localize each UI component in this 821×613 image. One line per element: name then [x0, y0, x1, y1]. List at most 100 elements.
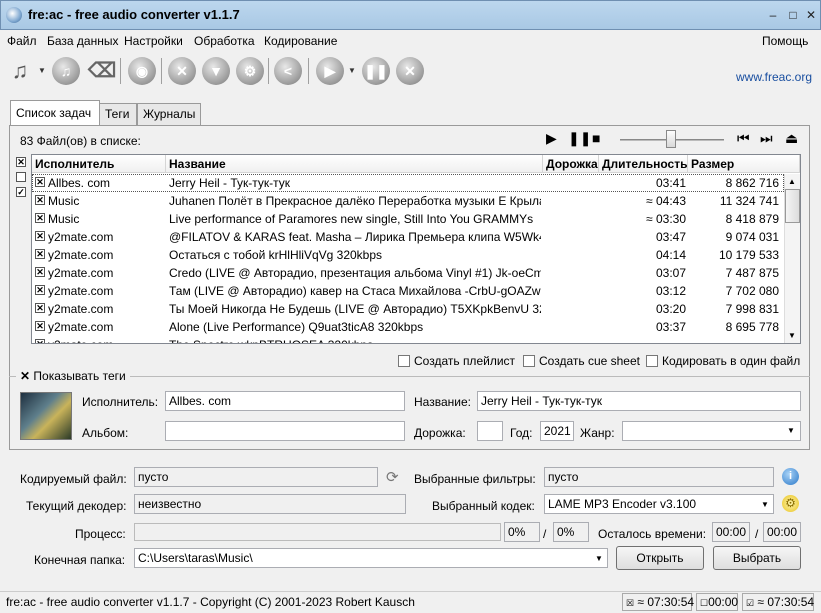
config-icon[interactable]: ⚙ [236, 57, 264, 85]
row-checkbox[interactable]: ✕ [35, 195, 45, 205]
cdrip-icon[interactable]: ◉ [128, 57, 156, 85]
eject-icon[interactable]: ⏏ [785, 130, 798, 147]
single-file-checkbox[interactable] [646, 355, 658, 367]
table-row[interactable]: ✕ y2mate.com Alone (Live Performance) Q9ua… [32, 318, 784, 336]
encoder-config-icon[interactable]: ⚙ [782, 495, 799, 512]
create-cuesheet-checkbox[interactable] [523, 355, 535, 367]
scrollbar-thumb[interactable] [785, 189, 800, 223]
table-row[interactable]: ✕ y2mate.com Остаться с тобой krHlHliVqVg … [32, 246, 784, 264]
cleanup-icon[interactable]: ⌫ [88, 57, 116, 85]
select-all-checkbox[interactable]: ✕ [16, 157, 26, 167]
pause-icon[interactable]: ❚❚ [568, 130, 591, 147]
column-artist[interactable]: Исполнитель [32, 155, 166, 173]
column-title[interactable]: Название [166, 155, 543, 173]
chevron-down-icon[interactable]: ▼ [761, 500, 769, 509]
row-checkbox[interactable]: ✕ [35, 321, 45, 331]
tab-tags[interactable]: Теги [99, 103, 137, 125]
row-title: The Spectre wkpBTRUOSEA 320kbps [169, 338, 541, 343]
row-checkbox[interactable]: ✕ [35, 303, 45, 313]
row-checkbox[interactable]: ✕ [35, 339, 45, 343]
tab-joblist[interactable]: Список задач [10, 100, 100, 126]
play-icon[interactable]: ▶ [546, 130, 557, 147]
row-checkbox[interactable]: ✕ [35, 231, 45, 241]
row-checkbox[interactable]: ✕ [35, 213, 45, 223]
app-icon [6, 7, 22, 23]
share-icon[interactable]: < [274, 57, 302, 85]
row-checkbox[interactable]: ✕ [35, 285, 45, 295]
row-checkbox[interactable]: ✕ [35, 249, 45, 259]
freac-website-link[interactable]: www.freac.org [736, 70, 812, 84]
chevron-down-icon[interactable]: ▼ [38, 66, 46, 75]
output-folder-select[interactable]: C:\Users\taras\Music\ [134, 548, 608, 568]
table-row[interactable]: ✕ y2mate.com Там (LIVE @ Авторадио) кавер … [32, 282, 784, 300]
menu-help[interactable]: Помощь [762, 34, 808, 48]
seek-slider[interactable] [666, 130, 676, 148]
stop-icon[interactable]: ✕ [396, 57, 424, 85]
skip-icon[interactable]: ⟳ [386, 468, 399, 486]
remaining-time-1: 00:00 [712, 522, 750, 542]
toolbar-separator [120, 58, 121, 84]
create-playlist-checkbox[interactable] [398, 355, 410, 367]
progress-separator: / [543, 527, 547, 541]
row-length: 03:41 [655, 176, 686, 190]
close-button[interactable]: ✕ [804, 8, 818, 22]
row-checkbox[interactable]: ✕ [35, 267, 45, 277]
column-size[interactable]: Размер [688, 155, 800, 173]
toggle-selection-checkbox[interactable]: ✓ [16, 187, 26, 197]
settings-tools-icon[interactable]: ✕ [168, 57, 196, 85]
previous-track-icon[interactable]: ⏮ [737, 130, 750, 147]
stop-icon[interactable]: ■ [592, 130, 600, 146]
row-length: 04:14 [655, 248, 686, 262]
table-row[interactable]: ✕ Music Live performance of Paramores new … [32, 210, 784, 228]
open-folder-button[interactable]: Открыть [616, 546, 704, 570]
add-files-icon[interactable]: ♫ [6, 57, 34, 85]
row-title: Остаться с тобой krHlHliVqVg 320kbps [169, 248, 383, 262]
table-row[interactable]: ✕ Music Juhanen Полёт в Прекрасное далёко … [32, 192, 784, 210]
table-row[interactable]: ✕ y2mate.com Credo (LIVE @ Авторадио, през… [32, 264, 784, 282]
encoder-select[interactable]: LAME MP3 Encoder v3.100 [544, 494, 774, 514]
filter-icon[interactable]: ▼ [202, 57, 230, 85]
pause-icon[interactable]: ❚❚ [362, 57, 390, 85]
progress-label: Процесс: [75, 527, 126, 541]
table-row[interactable]: ✕ y2mate.com Ты Моей Никогда Не Будешь (LI… [32, 300, 784, 318]
scroll-up-icon[interactable]: ▲ [788, 177, 796, 186]
maximize-button[interactable]: □ [786, 8, 800, 22]
track-field[interactable] [477, 421, 503, 441]
column-length[interactable]: Длительность [599, 155, 688, 173]
show-tags-toggle[interactable]: ✕ Показывать теги [16, 369, 130, 383]
table-row[interactable]: ✕ Allbes. com Jerry Heil - Тук-тук-тук 03:4… [32, 174, 784, 192]
menu-encoding[interactable]: Кодирование [264, 34, 337, 48]
selected-time-box: ☑ ≈ 07:30:54 [742, 593, 814, 611]
play-icon[interactable]: ▶ [316, 57, 344, 85]
year-field[interactable]: 2021 [540, 421, 574, 441]
genre-select[interactable] [622, 421, 801, 441]
menu-database[interactable]: База данных [47, 34, 118, 48]
menu-file[interactable]: Файл [7, 34, 37, 48]
select-none-checkbox[interactable] [16, 172, 26, 182]
cddb-icon[interactable]: ♫ [52, 57, 80, 85]
choose-folder-button[interactable]: Выбрать [713, 546, 801, 570]
column-track[interactable]: Дорожка [543, 155, 599, 173]
artist-field[interactable]: Allbes. com [165, 391, 405, 411]
row-length: ≈ 04:43 [646, 194, 686, 208]
row-size: 11 324 741 [719, 194, 779, 208]
row-checkbox[interactable]: ✕ [35, 177, 45, 187]
minimize-button[interactable]: – [766, 8, 780, 22]
table-row[interactable]: ✕y2mate.com The Spectre wkpBTRUOSEA 320kb… [32, 336, 784, 343]
album-field[interactable] [165, 421, 405, 441]
info-icon[interactable]: i [782, 468, 799, 485]
filters-label: Выбранные фильтры: [414, 472, 536, 486]
menu-processing[interactable]: Обработка [194, 34, 255, 48]
file-list[interactable]: Исполнитель Название Дорожка Длительност… [31, 154, 801, 344]
chevron-down-icon[interactable]: ▼ [787, 426, 795, 435]
chevron-down-icon[interactable]: ▼ [595, 554, 603, 563]
next-track-icon[interactable]: ⏭ [760, 130, 773, 147]
title-field[interactable]: Jerry Heil - Тук-тук-тук [477, 391, 801, 411]
tab-logs[interactable]: Журналы [137, 103, 201, 125]
album-cover [20, 392, 72, 440]
menu-settings[interactable]: Настройки [124, 34, 183, 48]
scroll-down-icon[interactable]: ▼ [788, 331, 796, 340]
table-row[interactable]: ✕ y2mate.com @FILATOV & KARAS feat. Masha … [32, 228, 784, 246]
row-length: ≈ 03:30 [646, 212, 686, 226]
chevron-down-icon[interactable]: ▼ [348, 66, 356, 75]
